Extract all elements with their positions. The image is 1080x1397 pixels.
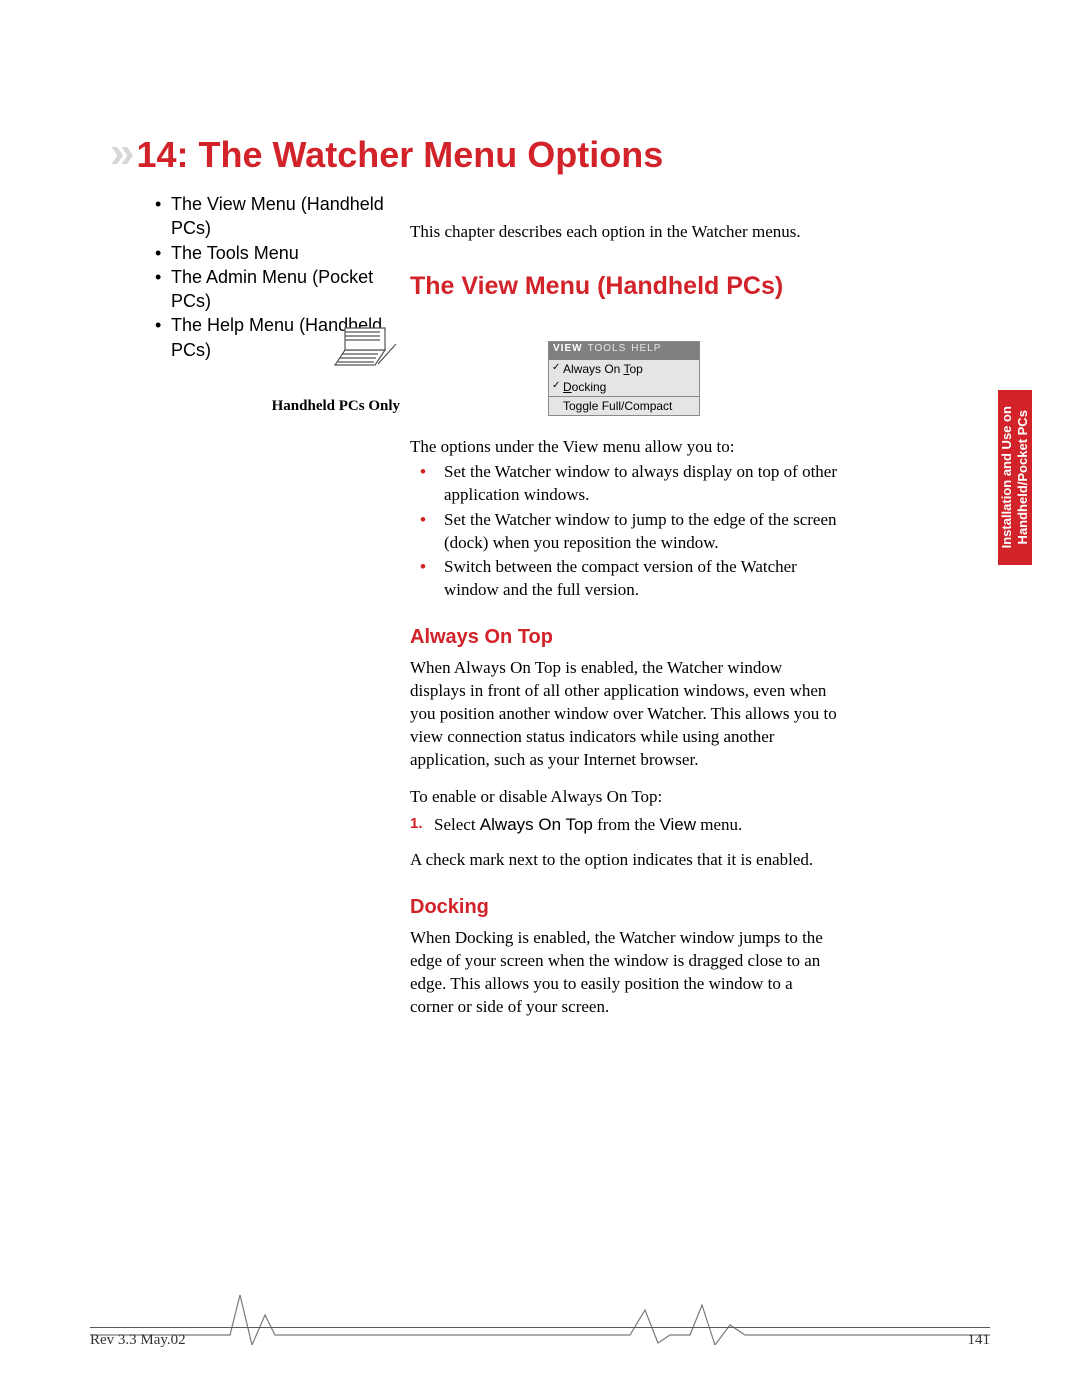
view-menu-lead: The options under the View menu allow yo… xyxy=(410,436,838,459)
page-number: 141 xyxy=(968,1332,991,1349)
page-footer: Rev 3.3 May.02 141 xyxy=(90,1327,990,1349)
menu-bar: VIEW TOOLS HELP xyxy=(549,342,699,360)
intro-paragraph: This chapter describes each option in th… xyxy=(410,220,838,244)
margin-note-handheld-only: Handheld PCs Only xyxy=(225,398,400,415)
main-content: This chapter describes each option in th… xyxy=(410,220,838,1019)
paragraph: A check mark next to the option indicate… xyxy=(410,849,838,872)
numbered-step: 1. Select Always On Top from the View me… xyxy=(410,815,838,835)
menu-item-always-on-top: Always On Top xyxy=(549,360,699,378)
handheld-pc-icon xyxy=(330,320,400,380)
bullet-item: •Set the Watcher window to jump to the e… xyxy=(410,509,838,555)
chapter-title: 14: The Watcher Menu Options xyxy=(136,134,663,176)
chevrons-icon: » xyxy=(110,128,128,178)
paragraph: When Always On Top is enabled, the Watch… xyxy=(410,657,838,772)
subheading-always-on-top: Always On Top xyxy=(410,626,838,649)
bullet-item: •Switch between the compact version of t… xyxy=(410,556,838,602)
view-menu-screenshot: VIEW TOOLS HELP Always On Top Docking To… xyxy=(548,341,700,416)
menu-item-docking: Docking xyxy=(549,378,699,396)
bullet-item: •Set the Watcher window to always displa… xyxy=(410,461,838,507)
toc-item: •The Tools Menu xyxy=(155,241,385,265)
paragraph: To enable or disable Always On Top: xyxy=(410,786,838,809)
menu-item-toggle: Toggle Full/Compact xyxy=(549,396,699,415)
paragraph: When Docking is enabled, the Watcher win… xyxy=(410,927,838,1019)
toc-item: •The View Menu (Handheld PCs) xyxy=(155,192,385,241)
section-tab: Installation and Use onHandheld/Pocket P… xyxy=(998,390,1032,565)
section-heading-view-menu: The View Menu (Handheld PCs) xyxy=(410,272,838,301)
chapter-heading: » 14: The Watcher Menu Options xyxy=(110,128,663,178)
revision-label: Rev 3.3 May.02 xyxy=(90,1332,186,1349)
toc-item: •The Admin Menu (Pocket PCs) xyxy=(155,265,385,314)
subheading-docking: Docking xyxy=(410,896,838,919)
